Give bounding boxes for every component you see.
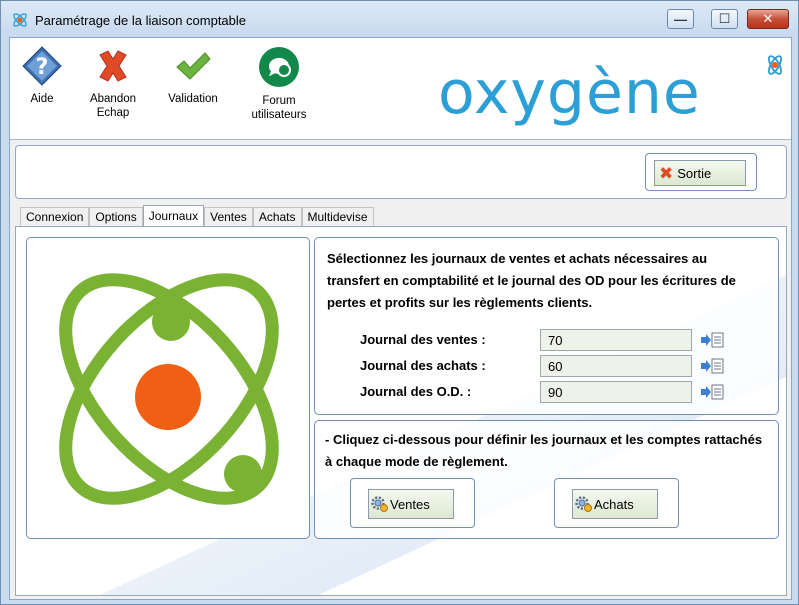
app-window: Paramétrage de la liaison comptable — ☐ …	[0, 0, 799, 605]
title-bar: Paramétrage de la liaison comptable — ☐ …	[1, 1, 798, 37]
tab-achats[interactable]: Achats	[252, 207, 302, 226]
sortie-button[interactable]: ✖ Sortie	[654, 160, 746, 186]
aide-label: Aide	[30, 93, 54, 105]
journal-ventes-label: Journal des ventes :	[360, 332, 486, 347]
abandon-button[interactable]: Abandon Echap	[80, 46, 146, 120]
achats-button-frame: Achats	[554, 478, 679, 528]
help-diamond-icon: ?	[22, 46, 62, 86]
maximize-icon: ☐	[718, 11, 731, 26]
app-atom-icon	[13, 13, 27, 27]
logo-atom-icon	[768, 55, 782, 75]
header-panel: ✖ Sortie	[15, 145, 787, 199]
forum-bubble-icon	[259, 47, 299, 87]
abandon-label-line1: Abandon	[89, 93, 137, 105]
gear-icon	[371, 496, 388, 512]
gear-icon	[575, 496, 592, 512]
exit-x-icon: ✖	[659, 163, 674, 183]
validation-label: Validation	[168, 93, 218, 105]
journal-ventes-input[interactable]	[540, 329, 692, 351]
achats-button-label: Achats	[594, 496, 634, 512]
ventes-button-label: Ventes	[390, 496, 430, 512]
close-icon: ✕	[762, 11, 774, 26]
forum-label: Forum utilisateurs	[240, 94, 318, 122]
journaux-description: Sélectionnez les journaux de ventes et a…	[327, 251, 736, 310]
sortie-frame: ✖ Sortie	[645, 153, 757, 191]
minimize-button[interactable]: —	[667, 9, 694, 29]
tab-connexion[interactable]: Connexion	[20, 207, 90, 226]
tab-journaux[interactable]: Journaux	[142, 205, 205, 226]
abandon-label-line2: Echap	[96, 107, 130, 119]
close-button[interactable]: ✕	[747, 9, 789, 29]
logo-text: oxygène	[438, 58, 701, 128]
journal-od-input[interactable]	[540, 381, 692, 403]
ventes-button[interactable]: Ventes	[368, 489, 454, 519]
list-picker-icon[interactable]	[700, 383, 724, 401]
svg-text:?: ?	[36, 55, 49, 80]
toolbar: ? Aide Abandon Echap Validation Forum ut…	[10, 38, 791, 140]
atom-illustration-panel	[26, 237, 310, 539]
ventes-button-frame: Ventes	[350, 478, 475, 528]
tab-multidevise[interactable]: Multidevise	[301, 207, 374, 226]
tab-options[interactable]: Options	[89, 207, 143, 226]
window-title: Paramétrage de la liaison comptable	[35, 13, 247, 28]
list-picker-icon[interactable]	[700, 357, 724, 375]
forum-button[interactable]: Forum utilisateurs	[240, 46, 318, 122]
achats-button[interactable]: Achats	[572, 489, 658, 519]
client-area: ? Aide Abandon Echap Validation Forum ut…	[9, 37, 792, 600]
journaux-panel: Sélectionnez les journaux de ventes et a…	[314, 237, 779, 415]
minimize-icon: —	[674, 11, 687, 27]
journal-achats-input[interactable]	[540, 355, 692, 377]
oxygene-logo: oxygène	[438, 50, 788, 134]
journal-od-label: Journal des O.D. :	[360, 384, 472, 399]
validation-button[interactable]: Validation	[160, 46, 226, 106]
red-x-icon	[99, 50, 127, 82]
forum-label-line1: Forum	[262, 95, 296, 107]
tab-content-journaux: Sélectionnez les journaux de ventes et a…	[15, 226, 787, 596]
journal-achats-label: Journal des achats :	[360, 358, 486, 373]
sortie-label: Sortie	[677, 165, 712, 181]
forum-label-line2: utilisateurs	[251, 109, 307, 121]
tab-ventes[interactable]: Ventes	[204, 207, 253, 226]
modes-description: - Cliquez ci-dessous pour définir les jo…	[325, 432, 763, 469]
atom-illustration-icon	[59, 273, 279, 505]
green-check-icon	[176, 52, 211, 80]
aide-button[interactable]: ? Aide	[18, 46, 66, 106]
maximize-button[interactable]: ☐	[711, 9, 738, 29]
abandon-label: Abandon Echap	[80, 92, 146, 120]
list-picker-icon[interactable]	[700, 331, 724, 349]
modes-reglement-panel: - Cliquez ci-dessous pour définir les jo…	[314, 420, 779, 539]
tab-strip: Connexion Options Journaux Ventes Achats…	[20, 205, 374, 226]
